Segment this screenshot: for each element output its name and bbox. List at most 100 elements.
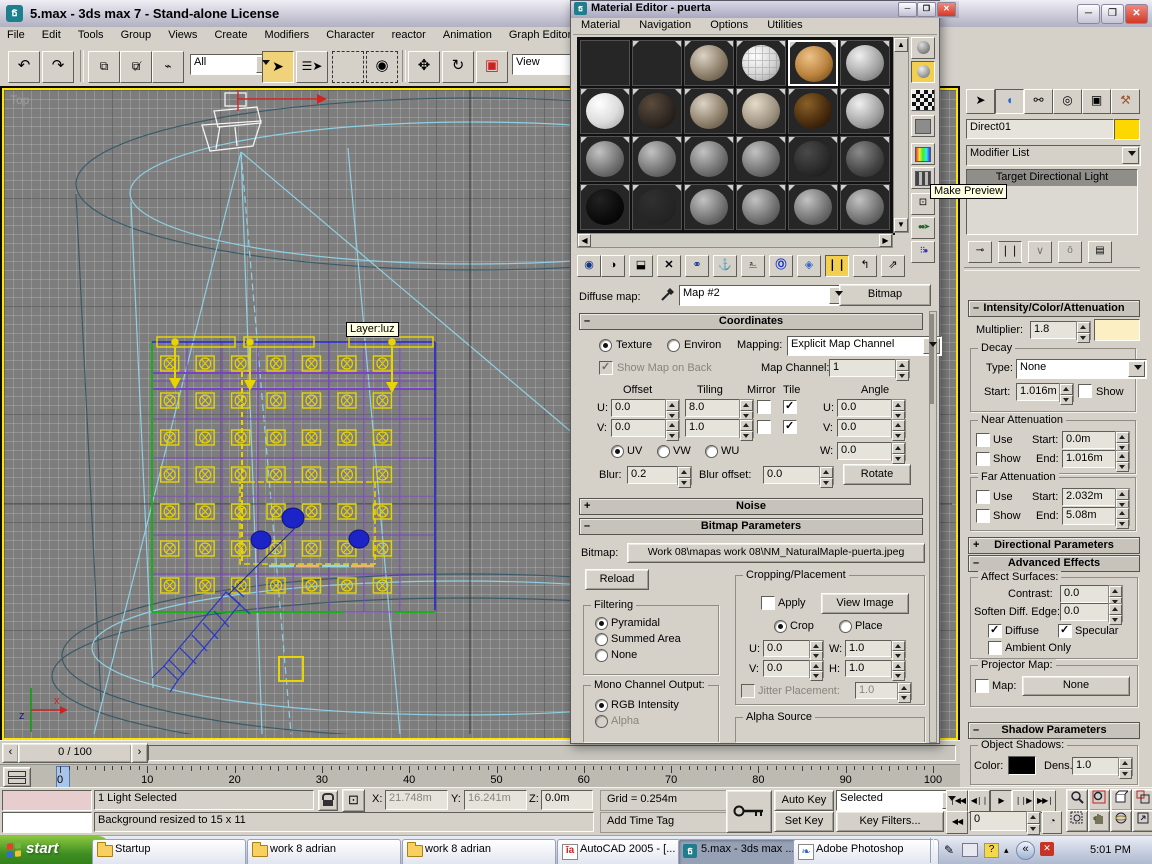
near-end-spinner[interactable] bbox=[1115, 450, 1130, 472]
shadow-density-field[interactable]: 1.0 bbox=[1072, 757, 1122, 775]
assign-material-to-selection-icon[interactable]: ⬓ bbox=[629, 255, 653, 277]
menu-modifiers[interactable]: Modifiers bbox=[258, 27, 317, 41]
pen-tray-icon[interactable]: ✎ bbox=[944, 843, 954, 857]
near-start-field[interactable]: 0.0m bbox=[1062, 431, 1118, 449]
near-end-field[interactable]: 1.016m bbox=[1062, 450, 1118, 468]
select-and-link-icon[interactable]: ⧉ bbox=[88, 51, 120, 83]
material-effects-channel-icon[interactable]: Ⓞ bbox=[769, 255, 793, 277]
menu-animation[interactable]: Animation bbox=[436, 27, 499, 41]
me-menu-navigation[interactable]: Navigation bbox=[631, 17, 699, 31]
crop-h-spinner[interactable] bbox=[891, 660, 906, 681]
ambient-only-checkbox[interactable] bbox=[988, 641, 1002, 655]
x-coordinate-field[interactable]: 21.748m bbox=[385, 790, 448, 810]
menu-create[interactable]: Create bbox=[207, 27, 254, 41]
tab-create[interactable]: ➤ bbox=[966, 89, 995, 114]
crop-radio[interactable] bbox=[774, 620, 787, 633]
soften-spinner[interactable] bbox=[1108, 603, 1123, 625]
map-channel-spinner[interactable] bbox=[895, 359, 910, 381]
material-editor-titlebar[interactable]: ธ Material Editor - puerta ─ ❐ ✕ bbox=[571, 1, 959, 18]
me-menu-material[interactable]: Material bbox=[573, 17, 628, 31]
tiling-v-spinner[interactable] bbox=[739, 419, 754, 441]
rollout-bitmap-parameters[interactable]: – Bitmap Parameters bbox=[579, 518, 923, 535]
far-end-spinner[interactable] bbox=[1115, 507, 1130, 529]
zoom-all-icon[interactable] bbox=[1088, 789, 1110, 811]
undo-button[interactable]: ↶ bbox=[8, 51, 40, 83]
material-sample-slot[interactable] bbox=[580, 88, 630, 134]
menu-group[interactable]: Group bbox=[114, 27, 159, 41]
bind-to-spacewarp-icon[interactable]: ⌁ bbox=[152, 51, 184, 83]
rollout-coordinates[interactable]: – Coordinates bbox=[579, 313, 923, 330]
time-slider-prev-button[interactable]: ‹ bbox=[2, 743, 19, 763]
vw-radio[interactable] bbox=[657, 445, 670, 458]
taskbar-item-photoshop[interactable]: ❧ Adobe Photoshop bbox=[793, 839, 939, 864]
modifier-list-dropdown[interactable]: Modifier List bbox=[966, 145, 1141, 166]
jitter-placement-spinner[interactable] bbox=[897, 682, 912, 703]
show-map-on-back-checkbox[interactable] bbox=[599, 360, 613, 375]
decay-type-dropdown[interactable]: None bbox=[1016, 359, 1147, 379]
summed-area-radio[interactable] bbox=[595, 633, 608, 646]
rollout-noise[interactable]: + Noise bbox=[579, 498, 923, 515]
crop-w-field[interactable]: 1.0 bbox=[845, 640, 895, 657]
taskbar-item-autocad[interactable]: īa AutoCAD 2005 - [... bbox=[557, 839, 681, 864]
far-start-spinner[interactable] bbox=[1115, 488, 1130, 510]
material-sample-slot[interactable] bbox=[684, 184, 734, 230]
angle-u-field[interactable]: 0.0 bbox=[837, 399, 895, 417]
crop-h-field[interactable]: 1.0 bbox=[845, 660, 895, 677]
key-filters-button[interactable]: Key Filters... bbox=[836, 811, 944, 832]
select-and-move-icon[interactable]: ✥ bbox=[408, 51, 440, 83]
blur-offset-field[interactable]: 0.0 bbox=[763, 466, 823, 484]
language-bar-tray-icon[interactable] bbox=[962, 843, 978, 857]
me-menu-options[interactable]: Options bbox=[702, 17, 756, 31]
blur-offset-spinner[interactable] bbox=[819, 466, 834, 488]
absolute-mode-icon[interactable]: ⊡ bbox=[342, 789, 365, 812]
angle-u-spinner[interactable] bbox=[891, 399, 906, 421]
material-sample-slot[interactable] bbox=[632, 88, 682, 134]
restore-button[interactable]: ❐ bbox=[1101, 4, 1124, 24]
contrast-field[interactable]: 0.0 bbox=[1060, 585, 1112, 603]
help-tray-icon[interactable]: ? bbox=[984, 843, 999, 858]
unlink-selection-icon[interactable]: ⧉̸ bbox=[120, 51, 152, 83]
material-id-channel-icon[interactable]: ⎁ bbox=[741, 255, 765, 277]
previous-frame-icon[interactable]: ◀❘❘ bbox=[968, 790, 990, 813]
show-end-result-stack-icon[interactable]: ❘❘ bbox=[998, 241, 1022, 263]
mirror-u-checkbox[interactable] bbox=[757, 400, 771, 414]
sample-uv-tiling-icon[interactable] bbox=[911, 115, 935, 137]
far-use-checkbox[interactable] bbox=[976, 490, 990, 504]
time-slider-next-button[interactable]: › bbox=[131, 743, 148, 763]
tiling-v-field[interactable]: 1.0 bbox=[685, 419, 743, 437]
sample-type-icon[interactable] bbox=[911, 37, 935, 59]
reload-button[interactable]: Reload bbox=[585, 569, 649, 590]
rollout-intensity[interactable]: – Intensity/Color/Attenuation bbox=[968, 300, 1140, 317]
material-sample-slot[interactable] bbox=[788, 40, 838, 86]
material-map-navigator-icon[interactable]: ⠿● bbox=[911, 241, 935, 263]
set-key-button[interactable]: Set Key bbox=[774, 811, 834, 832]
tab-motion[interactable]: ◎ bbox=[1053, 89, 1082, 114]
rotate-button[interactable]: Rotate bbox=[843, 464, 911, 485]
pan-hand-icon[interactable] bbox=[1088, 810, 1110, 832]
select-by-material-icon[interactable]: ●●➤ bbox=[911, 217, 935, 239]
diffuse-checkbox[interactable] bbox=[988, 623, 1002, 638]
configure-modifier-sets-icon[interactable]: ▤ bbox=[1088, 241, 1112, 263]
hide-icons-chevron[interactable]: « bbox=[1016, 841, 1035, 860]
angle-w-field[interactable]: 0.0 bbox=[837, 442, 895, 460]
light-color-swatch[interactable] bbox=[1094, 319, 1140, 341]
rollout-shadow-parameters[interactable]: – Shadow Parameters bbox=[968, 722, 1140, 739]
material-sample-slot[interactable] bbox=[788, 88, 838, 134]
me-minimize-button[interactable]: ─ bbox=[898, 2, 917, 17]
material-sample-slot[interactable] bbox=[632, 184, 682, 230]
put-material-to-scene-icon[interactable]: ◑ bbox=[601, 255, 625, 277]
blur-field[interactable]: 0.2 bbox=[627, 466, 681, 484]
eyedropper-icon[interactable] bbox=[659, 285, 677, 303]
tab-display[interactable]: ▣ bbox=[1082, 89, 1111, 114]
key-mode-dropdown[interactable]: Selected bbox=[836, 790, 961, 811]
material-sample-slot[interactable] bbox=[840, 136, 890, 182]
tab-hierarchy[interactable]: ⚯ bbox=[1024, 89, 1053, 114]
make-unique-stack-icon[interactable]: ∨ bbox=[1028, 241, 1052, 263]
rollout-advanced-effects[interactable]: – Advanced Effects bbox=[968, 555, 1140, 572]
view-image-button[interactable]: View Image bbox=[821, 593, 909, 614]
me-restore-button[interactable]: ❐ bbox=[917, 2, 936, 17]
decay-start-field[interactable]: 1.016m bbox=[1016, 383, 1064, 401]
current-frame-field[interactable]: 0 bbox=[970, 811, 1030, 831]
tab-modify[interactable]: ◖ bbox=[995, 89, 1024, 114]
show-map-in-viewport-icon[interactable]: ◈ bbox=[797, 255, 821, 277]
